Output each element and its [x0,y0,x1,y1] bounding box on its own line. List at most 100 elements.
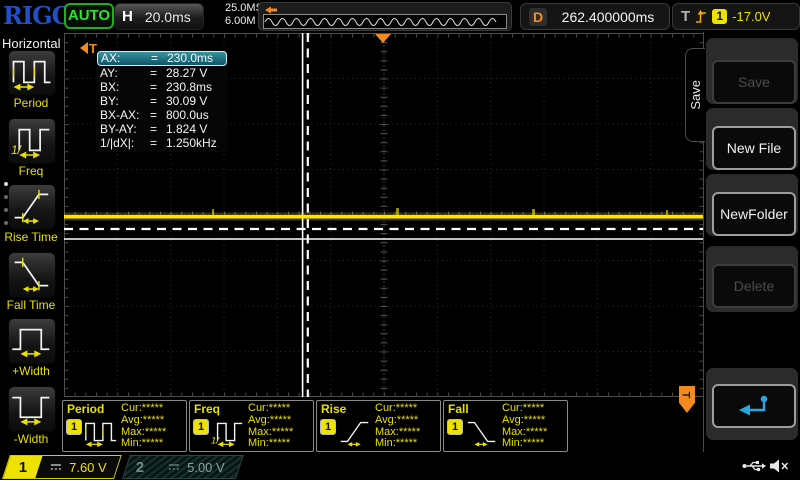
cursor-bx-eq: = [150,80,166,94]
run-status-badge: AUTO [64,3,114,29]
rise-time-icon [10,185,54,227]
cursor-ay-label: AY: [100,66,150,80]
measurement-stats: Cur:*****Avg:***** Max:*****Min:***** [248,403,293,450]
usb-icon [742,459,766,473]
cursor-row-bx-ax: BX-AX: = 800.0us [96,108,228,122]
delay-sweep-marker-icon [264,6,278,14]
fall-time-icon [10,253,54,295]
measurement-title: Fall [448,402,469,416]
delay-readout: D 262.400000ms [520,3,670,30]
period-icon [83,416,119,448]
cursor-freq-eq: = [150,136,166,150]
dc-coupling-icon [49,462,63,472]
measurement-stats: Cur:*****Avg:***** Max:*****Min:***** [502,403,547,450]
cursor-dx-value: 800.0us [166,108,209,122]
cursor-dy-value: 1.824 V [166,122,207,136]
cursor-bx-value: 230.8ms [166,80,212,94]
cursor-freq-label: 1/|dX|: [100,136,150,150]
trigger-level-tag-icon[interactable]: T [679,386,695,413]
trigger-slope-rising-icon [695,9,707,25]
waveform-position-preview [258,2,512,31]
preview-sine-wave [265,19,496,26]
menu-tab-label: Save [688,80,703,110]
cursor-row-ay: AY: = 28.27 V [96,66,228,80]
enter-arrow-icon [737,393,771,419]
cursor-measurement-panel: AX: = 230.0ms AY: = 28.27 V BX: = 230.8m… [96,50,228,152]
channel1-number: 1 [19,459,27,476]
cursor-ax-label: AX: [101,52,151,65]
cursor-dy-label: BY-AY: [100,122,150,136]
cursor-by-eq: = [150,94,166,108]
pos-width-label: +Width [0,364,62,378]
cursor-ax-value: 230.0ms [167,52,213,65]
fall-time-icon [464,416,500,448]
delay-label: D [529,8,547,26]
neg-width-label: -Width [0,432,62,446]
cursor-row-by-ay: BY-AY: = 1.824 V [96,122,228,136]
new-file-button[interactable]: New File [712,126,796,170]
speaker-muted-icon [769,458,789,474]
trigger-level-value: -17.0V [732,9,770,24]
oscilloscope-screen: RIGOL AUTO H 20.0ms 25.0MSa/s 6.00M pts … [0,0,800,480]
h-label: H [122,8,133,25]
channel-badge: 1 [66,419,82,435]
menu-page-dots [4,182,8,234]
h-scale-value: 20.0ms [145,9,191,25]
channel2-number: 2 [136,459,144,476]
pos-width-button[interactable] [8,318,56,364]
cursor-bx-label: BX: [100,80,150,94]
measurement-panel-rise: Rise 1 Cur:*****Avg:***** Max:*****Min:*… [316,400,441,452]
cursor-row-inv-dx: 1/|dX|: = 1.250kHz [96,136,228,150]
measurement-stats: Cur:*****Avg:***** Max:*****Min:***** [375,403,420,450]
trigger-label: T [681,8,690,25]
neg-width-button[interactable] [8,386,56,432]
cursor-ay-eq: = [150,66,166,80]
period-button[interactable] [8,50,56,96]
period-icon [10,51,54,93]
rise-time-icon [337,416,373,448]
channel2-scale: 5.00 V [187,460,225,475]
cursor-ax-eq: = [151,52,167,65]
dc-coupling-icon [167,462,181,472]
cursor-by-label: BY: [100,94,150,108]
trigger-source-badge: 1 [712,9,727,24]
measurement-title: Period [67,402,104,416]
enter-button[interactable] [712,384,796,428]
rise-time-label: Rise Time [0,230,62,244]
measurement-panel-period: Period 1 Cur:*****Avg:***** Max:*****Min… [62,400,187,452]
rise-time-button[interactable] [8,184,56,230]
fall-time-button[interactable] [8,252,56,298]
channel1-indicator[interactable]: 1 7.60 V [2,455,122,479]
channel-badge: 1 [320,419,336,435]
sidebar-title: Horizontal [2,36,61,51]
cursor-row-bx: BX: = 230.8ms [96,80,228,94]
cursor-row-ax: AX: = 230.0ms [97,51,227,66]
measurement-title: Freq [194,402,220,416]
measurement-title: Rise [321,402,346,416]
pos-width-icon [10,319,54,361]
freq-icon: 1/ [210,416,246,448]
trigger-readout: T 1 -17.0V [672,3,800,30]
cursor-freq-value: 1.250kHz [166,136,217,150]
cursor-dx-label: BX-AX: [100,108,150,122]
channel1-scale: 7.60 V [69,460,107,475]
measurement-stats: Cur:*****Avg:***** Max:*****Min:***** [121,403,166,450]
cursor-dy-eq: = [150,122,166,136]
save-button: Save [712,60,796,104]
freq-icon: 1/ [10,119,54,161]
freq-label: Freq [0,164,62,178]
freq-button[interactable]: 1/ [8,118,56,164]
cursor-row-by: BY: = 30.09 V [96,94,228,108]
channel2-indicator[interactable]: 2 5.00 V [122,455,244,479]
new-folder-button[interactable]: NewFolder [712,192,796,236]
channel-badge: 1 [447,419,463,435]
delete-button: Delete [712,264,796,308]
channel-badge: 1 [193,419,209,435]
neg-width-icon [10,387,54,429]
measurement-panel-fall: Fall 1 Cur:*****Avg:***** Max:*****Min:*… [443,400,568,452]
cursor-by-value: 30.09 V [166,94,207,108]
measurement-panel-freq: Freq 1 1/ Cur:*****Avg:***** Max:*****Mi… [189,400,314,452]
menu-tab-save: Save [685,48,705,142]
delay-value: 262.400000ms [547,9,669,25]
period-label: Period [0,96,62,110]
